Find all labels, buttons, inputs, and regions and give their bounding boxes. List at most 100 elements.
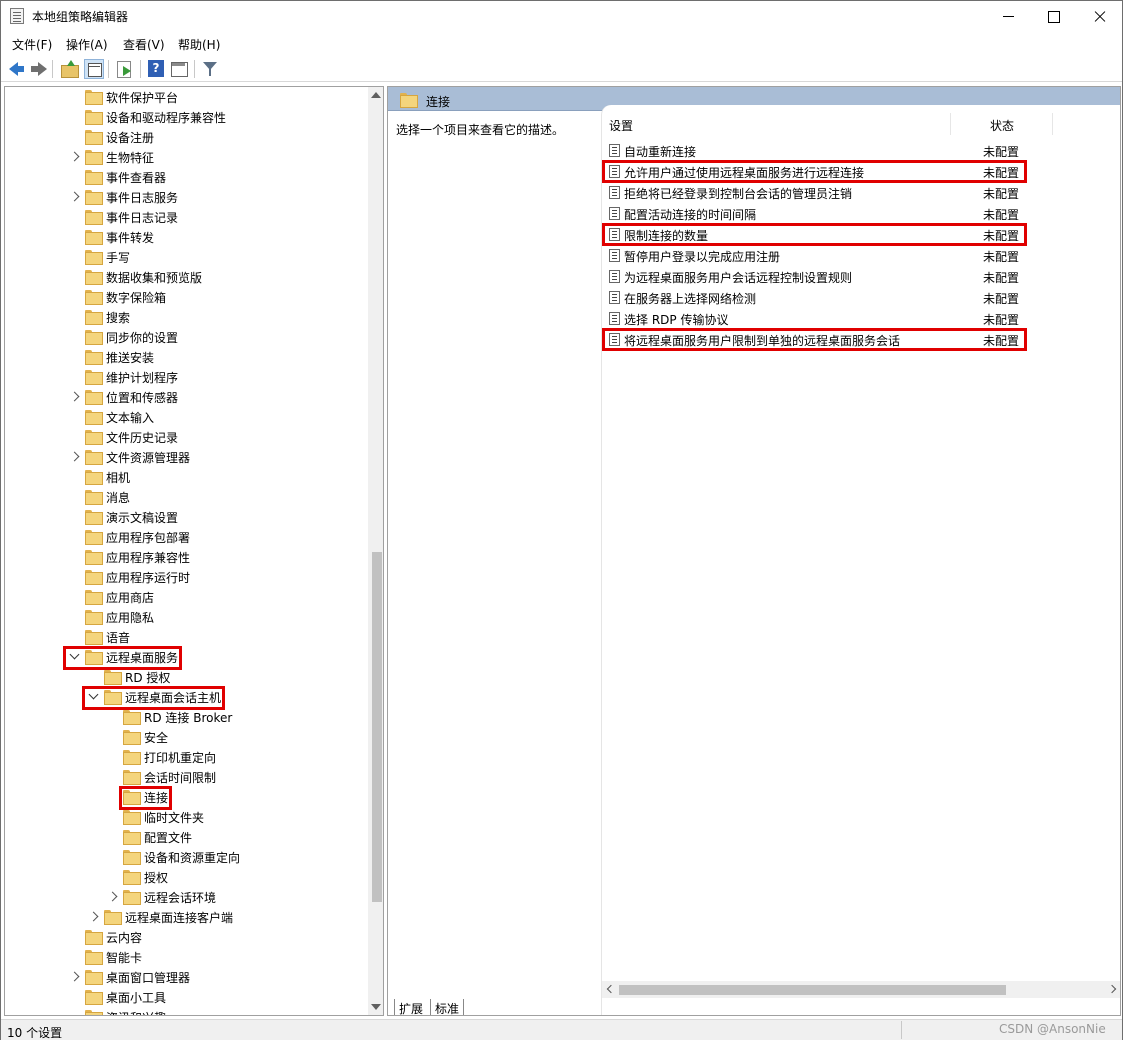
policy-row[interactable]: 暂停用户登录以完成应用注册 未配置 [602,245,1120,266]
tree-item[interactable]: 事件查看器 [5,167,369,187]
column-header-setting[interactable]: 设置 [609,117,633,134]
tree-item[interactable]: 语音 [5,627,369,647]
tree-item[interactable]: 桌面小工具 [5,987,369,1007]
tree-item[interactable]: 应用商店 [5,587,369,607]
tree-item[interactable]: 搜索 [5,307,369,327]
tree-item[interactable]: RD 授权 [5,667,369,687]
tree-item[interactable]: RD 连接 Broker [5,707,369,727]
menu-action[interactable]: 操作(A) [66,36,108,53]
tree-item[interactable]: 数字保险箱 [5,287,369,307]
close-button[interactable] [1077,1,1123,32]
tree-item[interactable]: 设备和驱动程序兼容性 [5,107,369,127]
tree-item[interactable]: 软件保护平台 [5,87,369,107]
folder-icon [123,850,141,865]
tree-item[interactable]: 应用程序包部署 [5,527,369,547]
tree-item[interactable]: 打印机重定向 [5,747,369,767]
tree-item[interactable]: 应用隐私 [5,607,369,627]
tree-item[interactable]: 手写 [5,247,369,267]
tree-pane[interactable]: 软件保护平台 设备和驱动程序兼容性 设备注册 生物特征 事件查看器 事件日志服务 事件日志记… [4,86,384,1016]
toolbar-separator [140,60,141,78]
tree-item[interactable]: 消息 [5,487,369,507]
tree-item-label: 资讯和兴趣 [106,1009,166,1015]
scrollbar-thumb[interactable] [619,985,1006,995]
menu-help[interactable]: 帮助(H) [178,36,220,53]
tree-item[interactable]: 授权 [5,867,369,887]
scroll-up-icon[interactable] [371,92,381,98]
scroll-right-icon[interactable] [1107,984,1117,994]
tree-item[interactable]: 资讯和兴趣 [5,1007,369,1015]
tree-item[interactable]: 智能卡 [5,947,369,967]
chevron-right-icon[interactable] [70,971,80,983]
policy-name: 为远程桌面服务用户会话远程控制设置规则 [624,271,853,285]
tree-item[interactable]: 数据收集和预览版 [5,267,369,287]
column-separator[interactable] [1052,113,1053,135]
tree-item[interactable]: 远程桌面连接客户端 [5,907,369,927]
show-hide-tree-icon[interactable] [84,59,104,79]
tree-item[interactable]: 事件转发 [5,227,369,247]
tab-standard[interactable]: 标准 [430,999,465,1015]
tree-item[interactable]: 同步你的设置 [5,327,369,347]
tree-item[interactable]: 文本输入 [5,407,369,427]
tree-item[interactable]: 远程会话环境 [5,887,369,907]
tree-item[interactable]: 连接 [5,787,369,807]
tree-item[interactable]: 演示文稿设置 [5,507,369,527]
policy-row[interactable]: 选择 RDP 传输协议 未配置 [602,308,1120,329]
menu-view[interactable]: 查看(V) [123,36,165,53]
tree-item[interactable]: 设备注册 [5,127,369,147]
tree-item[interactable]: 云内容 [5,927,369,947]
tree-item[interactable]: 设备和资源重定向 [5,847,369,867]
tree-item[interactable]: 安全 [5,727,369,747]
policy-row[interactable]: 拒绝将已经登录到控制台会话的管理员注销 未配置 [602,182,1120,203]
tree-item[interactable]: 应用程序运行时 [5,567,369,587]
scroll-down-icon[interactable] [371,1004,381,1010]
folder-icon [400,93,418,108]
tree-item-label: 桌面小工具 [106,991,167,1005]
column-header-state[interactable]: 状态 [990,117,1014,134]
scroll-left-icon[interactable] [606,984,616,994]
chevron-right-icon[interactable] [108,891,118,903]
tab-extended[interactable]: 扩展 [394,999,428,1015]
chevron-right-icon[interactable] [89,911,99,923]
tree-item[interactable]: 应用程序兼容性 [5,547,369,567]
tree-item[interactable]: 桌面窗口管理器 [5,967,369,987]
policy-row[interactable]: 在服务器上选择网络检测 未配置 [602,287,1120,308]
tree-item[interactable]: 会话时间限制 [5,767,369,787]
tree-item[interactable]: 位置和传感器 [5,387,369,407]
list-horizontal-scrollbar[interactable] [602,981,1120,998]
tree-item[interactable]: 远程桌面服务 [5,647,369,667]
chevron-right-icon[interactable] [70,451,80,463]
folder-icon [123,770,141,785]
title-bar[interactable]: 本地组策略编辑器 [1,1,1122,32]
menu-file[interactable]: 文件(F) [12,36,52,53]
tree-item[interactable]: 临时文件夹 [5,807,369,827]
minimize-button[interactable] [985,1,1031,32]
forward-arrow-icon[interactable] [29,59,49,79]
column-separator[interactable] [950,113,951,135]
maximize-button[interactable] [1031,1,1077,32]
tree-item[interactable]: 维护计划程序 [5,367,369,387]
tree-item[interactable]: 事件日志服务 [5,187,369,207]
policy-row[interactable]: 自动重新连接 未配置 [602,140,1120,161]
filter-icon[interactable] [200,59,220,79]
chevron-right-icon[interactable] [70,151,80,163]
tree-item[interactable]: 文件历史记录 [5,427,369,447]
help-icon[interactable] [146,59,166,79]
view-pane-icon[interactable] [169,59,189,79]
policy-list[interactable]: 设置 状态 自动重新连接 未配置 允许用户通过使用远程桌面服务进行远程连接 未配置 拒绝… [601,105,1120,1015]
tree-item-label: 同步你的设置 [106,331,179,345]
scrollbar-thumb[interactable] [372,552,382,902]
tree-item[interactable]: 配置文件 [5,827,369,847]
tree-item[interactable]: 相机 [5,467,369,487]
tree-scrollbar[interactable] [368,87,383,1015]
tree-item[interactable]: 推送安装 [5,347,369,367]
export-list-icon[interactable] [114,59,134,79]
tree-item[interactable]: 生物特征 [5,147,369,167]
tree-item[interactable]: 文件资源管理器 [5,447,369,467]
policy-row[interactable]: 为远程桌面服务用户会话远程控制设置规则 未配置 [602,266,1120,287]
chevron-right-icon[interactable] [70,391,80,403]
back-arrow-icon[interactable] [7,59,27,79]
tree-item[interactable]: 事件日志记录 [5,207,369,227]
chevron-right-icon[interactable] [70,191,80,203]
up-folder-icon[interactable] [59,59,79,79]
policy-row[interactable]: 配置活动连接的时间间隔 未配置 [602,203,1120,224]
